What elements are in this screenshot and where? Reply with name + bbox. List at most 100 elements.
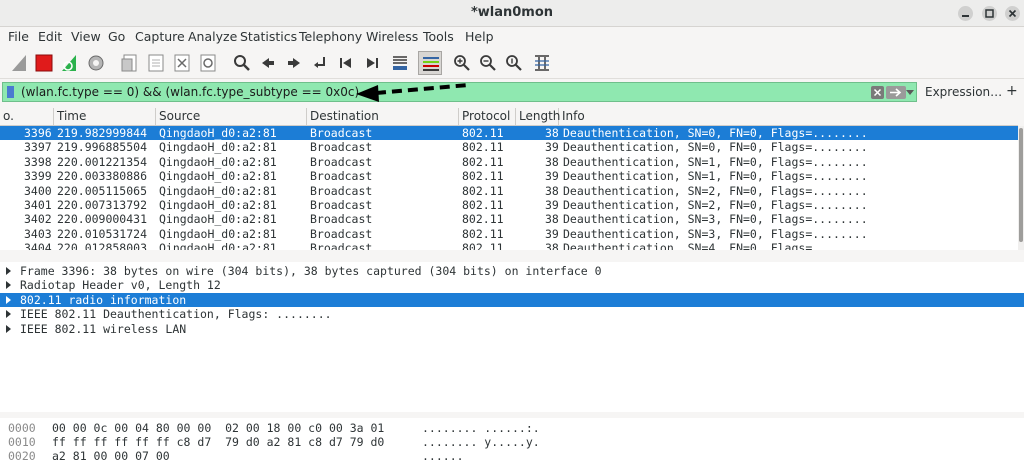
- display-filter-text[interactable]: (wlan.fc.type == 0) && (wlan.fc.type_sub…: [21, 85, 359, 99]
- stop-capture-button[interactable]: [32, 51, 56, 75]
- table-row[interactable]: 3396 219.982999844 QingdaoH_d0:a2:81 Bro…: [0, 126, 1018, 141]
- detail-text: IEEE 802.11 wireless LAN: [20, 321, 187, 336]
- packet-protocol: 802.11: [462, 241, 504, 250]
- packet-list-scrollbar[interactable]: [1018, 126, 1024, 250]
- packet-no: 3398: [24, 154, 52, 169]
- menu-edit[interactable]: Edit: [38, 29, 62, 44]
- bytes-hex[interactable]: ff ff ff ff ff ff c8 d7 79 d0 a2 81 c8 d…: [52, 435, 384, 449]
- expression-button[interactable]: Expression…: [925, 85, 1002, 99]
- table-row[interactable]: 3404 220.012858003 QingdaoH_d0:a2:81 Bro…: [0, 241, 1018, 250]
- detail-row-wlan[interactable]: IEEE 802.11 wireless LAN: [0, 322, 1024, 336]
- expand-triangle-icon[interactable]: [6, 267, 11, 275]
- packet-protocol: 802.11: [462, 226, 504, 241]
- detail-row-radiotap[interactable]: Radiotap Header v0, Length 12: [0, 278, 1024, 292]
- apply-filter-arrow-icon[interactable]: [886, 86, 906, 99]
- table-row[interactable]: 3399 220.003380886 QingdaoH_d0:a2:81 Bro…: [0, 169, 1018, 183]
- capture-options-button[interactable]: [84, 51, 108, 75]
- column-no[interactable]: o.: [0, 108, 54, 126]
- maximize-button[interactable]: [982, 6, 997, 21]
- packet-source: QingdaoH_d0:a2:81: [159, 226, 277, 241]
- bytes-ascii[interactable]: ........ ......:.: [422, 421, 540, 435]
- filter-dropdown-icon[interactable]: [906, 90, 914, 96]
- packet-time: 220.007313792: [57, 198, 148, 212]
- maximize-icon: [985, 9, 994, 18]
- go-forward-button[interactable]: [282, 51, 306, 75]
- search-icon: [234, 55, 250, 71]
- detail-row-deauth[interactable]: IEEE 802.11 Deauthentication, Flags: ...…: [0, 307, 1024, 321]
- restart-shark-fin-icon: [62, 55, 76, 71]
- scrollbar-thumb[interactable]: [1019, 128, 1023, 242]
- pane-divider[interactable]: [0, 252, 1024, 262]
- expand-triangle-icon[interactable]: [6, 324, 11, 333]
- save-file-button[interactable]: [144, 51, 168, 75]
- auto-scroll-button[interactable]: [388, 51, 412, 75]
- menu-view[interactable]: View: [71, 29, 101, 44]
- table-row[interactable]: 3397 219.996885504 QingdaoH_d0:a2:81 Bro…: [0, 140, 1018, 154]
- menu-statistics[interactable]: Statistics: [240, 29, 297, 44]
- colorize-button[interactable]: [418, 51, 442, 75]
- restart-capture-button[interactable]: [58, 51, 82, 75]
- close-button[interactable]: [1005, 6, 1020, 21]
- menu-capture[interactable]: Capture: [135, 29, 185, 44]
- bytes-hex[interactable]: a2 81 00 00 07 00: [52, 449, 170, 463]
- last-packet-icon: [367, 58, 378, 68]
- add-filter-button[interactable]: +: [1006, 83, 1018, 99]
- packet-destination: Broadcast: [310, 226, 373, 241]
- go-last-packet-button[interactable]: [360, 51, 384, 75]
- table-row[interactable]: 3401 220.007313792 QingdaoH_d0:a2:81 Bro…: [0, 198, 1018, 212]
- bytes-row[interactable]: 0000 00 00 0c 00 04 80 00 00 02 00 18 00…: [0, 421, 1024, 435]
- resize-columns-button[interactable]: [530, 51, 554, 75]
- packet-time: 220.009000431: [57, 212, 148, 227]
- table-row[interactable]: 3398 220.001221354 QingdaoH_d0:a2:81 Bro…: [0, 155, 1018, 169]
- normal-size-button[interactable]: [502, 51, 526, 75]
- column-destination[interactable]: Destination: [307, 108, 459, 126]
- menu-bar: File Edit View Go Capture Analyze Statis…: [0, 27, 1024, 47]
- expand-triangle-icon[interactable]: [6, 281, 11, 290]
- detail-row-frame[interactable]: Frame 3396: 38 bytes on wire (304 bits),…: [0, 264, 1024, 278]
- bytes-row[interactable]: 0020 a2 81 00 00 07 00 ......: [0, 449, 1024, 463]
- table-row[interactable]: 3400 220.005115065 QingdaoH_d0:a2:81 Bro…: [0, 184, 1018, 198]
- zoom-in-button[interactable]: [450, 51, 474, 75]
- bookmark-icon[interactable]: [7, 86, 14, 98]
- column-length[interactable]: Length: [516, 108, 560, 126]
- menu-analyze[interactable]: Analyze: [188, 29, 237, 44]
- minimize-button[interactable]: [958, 6, 973, 21]
- packet-destination: Broadcast: [310, 169, 373, 184]
- bytes-ascii[interactable]: ......: [422, 449, 464, 463]
- bytes-row[interactable]: 0010 ff ff ff ff ff ff c8 d7 79 d0 a2 81…: [0, 435, 1024, 449]
- detail-row-radio-info[interactable]: 802.11 radio information: [0, 292, 1024, 308]
- gear-icon: [88, 55, 104, 71]
- bytes-hex[interactable]: 00 00 0c 00 04 80 00 00 02 00 18 00 c0 0…: [52, 421, 384, 435]
- expand-triangle-icon[interactable]: [6, 295, 11, 304]
- zoom-out-button[interactable]: [476, 51, 500, 75]
- column-protocol[interactable]: Protocol: [459, 108, 516, 126]
- reload-file-button[interactable]: [196, 51, 220, 75]
- menu-telephony[interactable]: Telephony: [299, 29, 362, 44]
- start-capture-button[interactable]: [8, 51, 32, 75]
- column-info[interactable]: Info: [559, 108, 1018, 126]
- column-source[interactable]: Source: [156, 108, 307, 126]
- table-row[interactable]: 3402 220.009000431 QingdaoH_d0:a2:81 Bro…: [0, 212, 1018, 226]
- bytes-offset: 0020: [8, 449, 36, 463]
- go-first-packet-button[interactable]: [334, 51, 358, 75]
- packet-source: QingdaoH_d0:a2:81: [159, 212, 277, 227]
- packet-protocol: 802.11: [462, 169, 504, 184]
- find-packet-button[interactable]: [230, 51, 254, 75]
- bytes-ascii[interactable]: ........ y.....y.: [422, 435, 540, 449]
- menu-wireless[interactable]: Wireless: [366, 29, 418, 44]
- menu-go[interactable]: Go: [108, 29, 125, 44]
- go-back-button[interactable]: [256, 51, 280, 75]
- menu-file[interactable]: File: [8, 29, 29, 44]
- packet-source: QingdaoH_d0:a2:81: [159, 154, 277, 169]
- expand-triangle-icon[interactable]: [6, 310, 11, 319]
- menu-tools[interactable]: Tools: [423, 29, 454, 44]
- go-to-packet-button[interactable]: [308, 51, 332, 75]
- annotation-arrow-icon: [356, 83, 469, 102]
- packet-source: QingdaoH_d0:a2:81: [159, 169, 277, 184]
- column-time[interactable]: Time: [54, 108, 156, 126]
- menu-help[interactable]: Help: [465, 29, 494, 44]
- close-file-button[interactable]: [170, 51, 194, 75]
- clear-filter-icon[interactable]: [871, 86, 884, 99]
- open-file-button[interactable]: [118, 51, 142, 75]
- table-row[interactable]: 3403 220.010531724 QingdaoH_d0:a2:81 Bro…: [0, 227, 1018, 241]
